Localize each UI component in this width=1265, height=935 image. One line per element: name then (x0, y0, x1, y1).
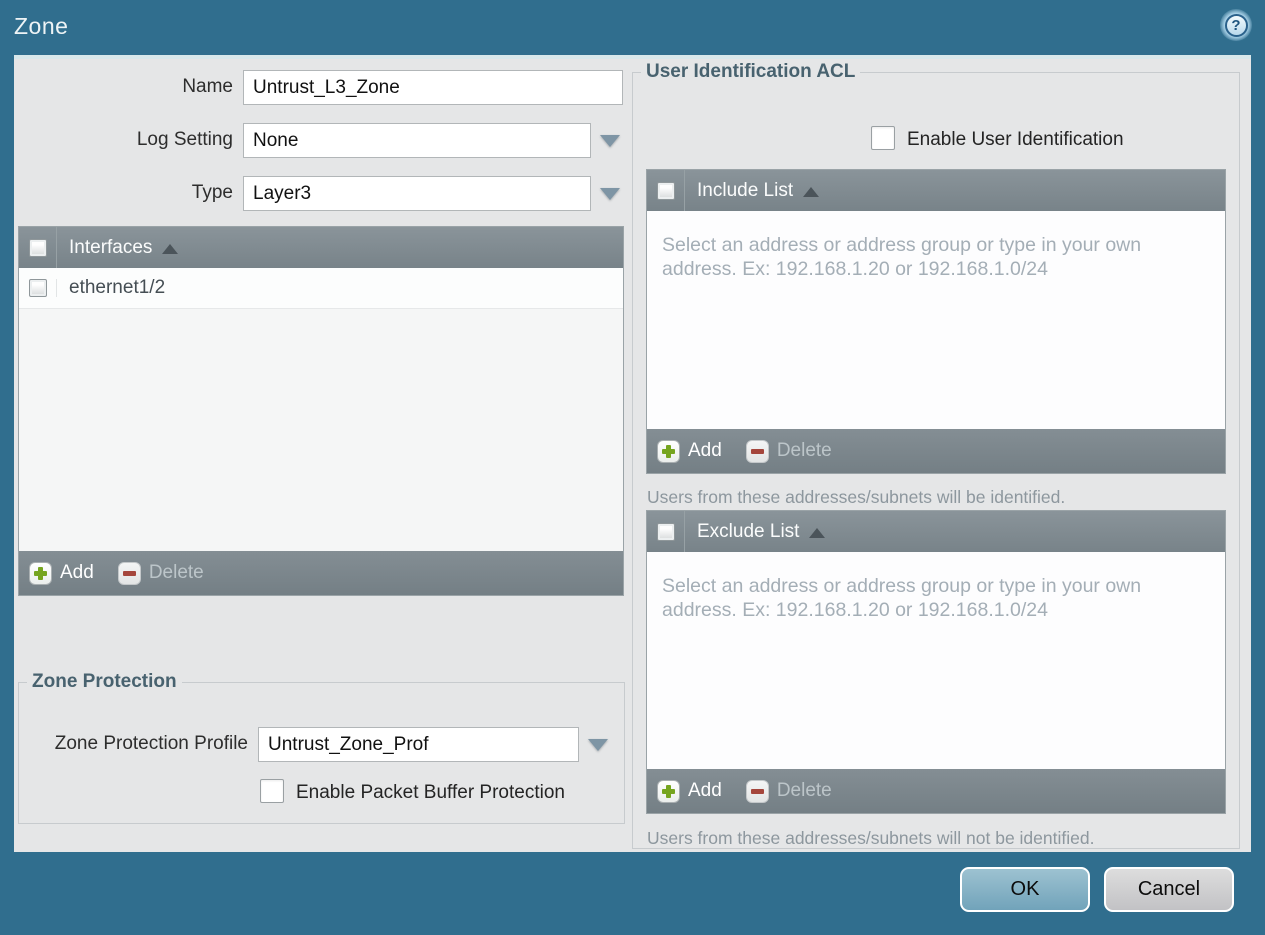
exclude-list-column-header[interactable]: Exclude List (685, 511, 826, 552)
add-button[interactable]: Add (657, 439, 722, 463)
plus-icon (657, 779, 680, 803)
zone-protection-profile-label: Zone Protection Profile (54, 733, 248, 754)
exclude-list-header-text: Exclude List (697, 520, 800, 542)
interfaces-table: Interfaces ethernet1/2 Add Delete (18, 226, 624, 596)
interfaces-table-body: ethernet1/2 (19, 268, 623, 551)
user-identification-legend: User Identification ACL (646, 61, 856, 82)
table-row[interactable]: ethernet1/2 (19, 268, 623, 309)
ok-button[interactable]: OK (960, 867, 1090, 912)
zone-protection-profile-dropdown-button[interactable] (580, 727, 616, 762)
interface-name: ethernet1/2 (69, 277, 166, 298)
select-all-checkbox[interactable] (656, 522, 675, 541)
include-select-all-cell[interactable] (647, 170, 685, 211)
chevron-down-icon (600, 187, 620, 200)
add-label: Add (688, 780, 722, 801)
exclude-list-caption: Users from these addresses/subnets will … (647, 828, 1095, 848)
zone-protection-legend: Zone Protection (32, 671, 177, 692)
sort-up-icon (803, 186, 820, 197)
interfaces-table-footer: Add Delete (19, 551, 623, 595)
enable-user-identification-checkbox[interactable] (871, 126, 895, 150)
user-identification-section: User Identification ACL Enable User Iden… (632, 61, 1240, 849)
type-dropdown-button[interactable] (592, 176, 628, 211)
sort-up-icon (162, 243, 179, 254)
log-setting-dropdown-button[interactable] (592, 123, 628, 158)
exclude-select-all-cell[interactable] (647, 511, 685, 552)
type-select[interactable]: Layer3 (243, 176, 591, 211)
include-list-table: Include List Select an address or addres… (646, 169, 1226, 474)
delete-label: Delete (776, 780, 832, 801)
exclude-list-table: Exclude List Select an address or addres… (646, 510, 1226, 814)
select-all-checkbox[interactable] (656, 181, 675, 200)
include-list-column-header[interactable]: Include List (685, 170, 820, 211)
select-all-checkbox[interactable] (28, 238, 47, 257)
question-mark-glyph: ? (1224, 13, 1248, 37)
plus-icon (29, 561, 52, 585)
include-list-footer: Add Delete (647, 429, 1225, 473)
add-button[interactable]: Add (657, 779, 722, 803)
minus-icon (745, 779, 769, 803)
chevron-down-icon (588, 738, 608, 751)
cancel-button[interactable]: Cancel (1104, 867, 1234, 912)
log-setting-select[interactable]: None (243, 123, 591, 158)
row-checkbox-cell[interactable] (19, 279, 57, 297)
chevron-down-icon (600, 134, 620, 147)
include-list-placeholder: Select an address or address group or ty… (662, 234, 1142, 281)
add-label: Add (688, 440, 722, 461)
add-label: Add (60, 562, 94, 583)
interfaces-header-text: Interfaces (69, 236, 153, 258)
row-checkbox[interactable] (28, 279, 47, 297)
delete-button[interactable]: Delete (745, 439, 832, 463)
include-list-header-text: Include List (697, 179, 794, 201)
sort-up-icon (809, 527, 826, 538)
delete-button[interactable]: Delete (745, 779, 832, 803)
minus-icon (745, 439, 769, 463)
name-input[interactable]: Untrust_L3_Zone (243, 70, 623, 105)
interfaces-column-header[interactable]: Interfaces (57, 227, 179, 268)
name-label: Name (182, 76, 233, 97)
interfaces-table-header: Interfaces (19, 227, 623, 268)
plus-icon (657, 439, 680, 463)
packet-buffer-protection-label: Enable Packet Buffer Protection (296, 782, 565, 803)
log-setting-label: Log Setting (136, 129, 233, 150)
exclude-list-footer: Add Delete (647, 769, 1225, 813)
delete-label: Delete (148, 562, 204, 583)
delete-button[interactable]: Delete (117, 561, 204, 585)
packet-buffer-protection-checkbox[interactable] (260, 779, 284, 803)
dialog-body: Name Untrust_L3_Zone Log Setting None Ty… (14, 55, 1251, 852)
delete-label: Delete (776, 440, 832, 461)
interfaces-select-all-cell[interactable] (19, 227, 57, 268)
zone-protection-section: Zone Protection Zone Protection Profile … (18, 671, 625, 824)
include-list-caption: Users from these addresses/subnets will … (647, 487, 1066, 507)
enable-user-identification-label: Enable User Identification (907, 129, 1124, 150)
exclude-list-header: Exclude List (647, 511, 1225, 552)
include-list-header: Include List (647, 170, 1225, 211)
add-button[interactable]: Add (29, 561, 94, 585)
include-list-body[interactable]: Select an address or address group or ty… (647, 211, 1225, 429)
zone-protection-profile-select[interactable]: Untrust_Zone_Prof (258, 727, 579, 762)
exclude-list-placeholder: Select an address or address group or ty… (662, 575, 1142, 622)
help-icon[interactable]: ? (1220, 9, 1252, 41)
exclude-list-body[interactable]: Select an address or address group or ty… (647, 552, 1225, 769)
type-label: Type (191, 182, 233, 203)
dialog-title: Zone (14, 13, 69, 39)
minus-icon (117, 561, 141, 585)
